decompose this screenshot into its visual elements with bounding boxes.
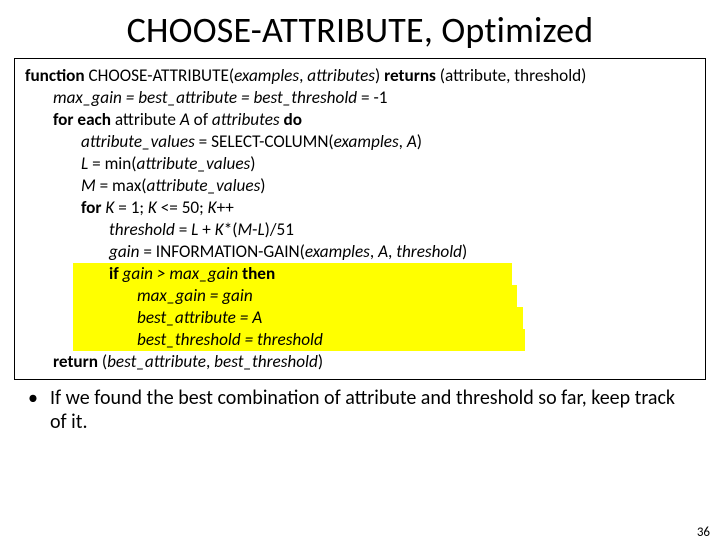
code-line: gain = INFORMATION-GAIN(examples, A, thr… [25,241,695,263]
code-line-highlight: best_attribute = A [25,307,695,329]
code-line: M = max(attribute_values) [25,175,695,197]
bullet-dot: • [28,386,50,434]
code-line: for each attribute A of attributes do [25,109,695,131]
code-line-highlight: max_gain = gain [25,285,695,307]
code-line: max_gain = best_attribute = best_thresho… [25,87,695,109]
bullet-text: If we found the best combination of attr… [50,386,696,434]
code-line-highlight: if gain > max_gain then [25,263,695,285]
code-line: for K = 1; K <= 50; K++ [25,197,695,219]
code-line: return (best_attribute, best_threshold) [25,351,695,373]
pseudocode-box: function CHOOSE-ATTRIBUTE(examples, attr… [14,58,706,380]
bullet-item: • If we found the best combination of at… [28,386,696,434]
code-line: threshold = L + K*(M-L)/51 [25,219,695,241]
code-line: function CHOOSE-ATTRIBUTE(examples, attr… [25,65,695,87]
slide-title: CHOOSE-ATTRIBUTE, Optimized [0,8,720,52]
code-line: attribute_values = SELECT-COLUMN(example… [25,131,695,153]
code-line-highlight: best_threshold = threshold [25,329,695,351]
page-number: 36 [697,525,710,540]
slide: CHOOSE-ATTRIBUTE, Optimized function CHO… [0,8,720,540]
code-line: L = min(attribute_values) [25,153,695,175]
